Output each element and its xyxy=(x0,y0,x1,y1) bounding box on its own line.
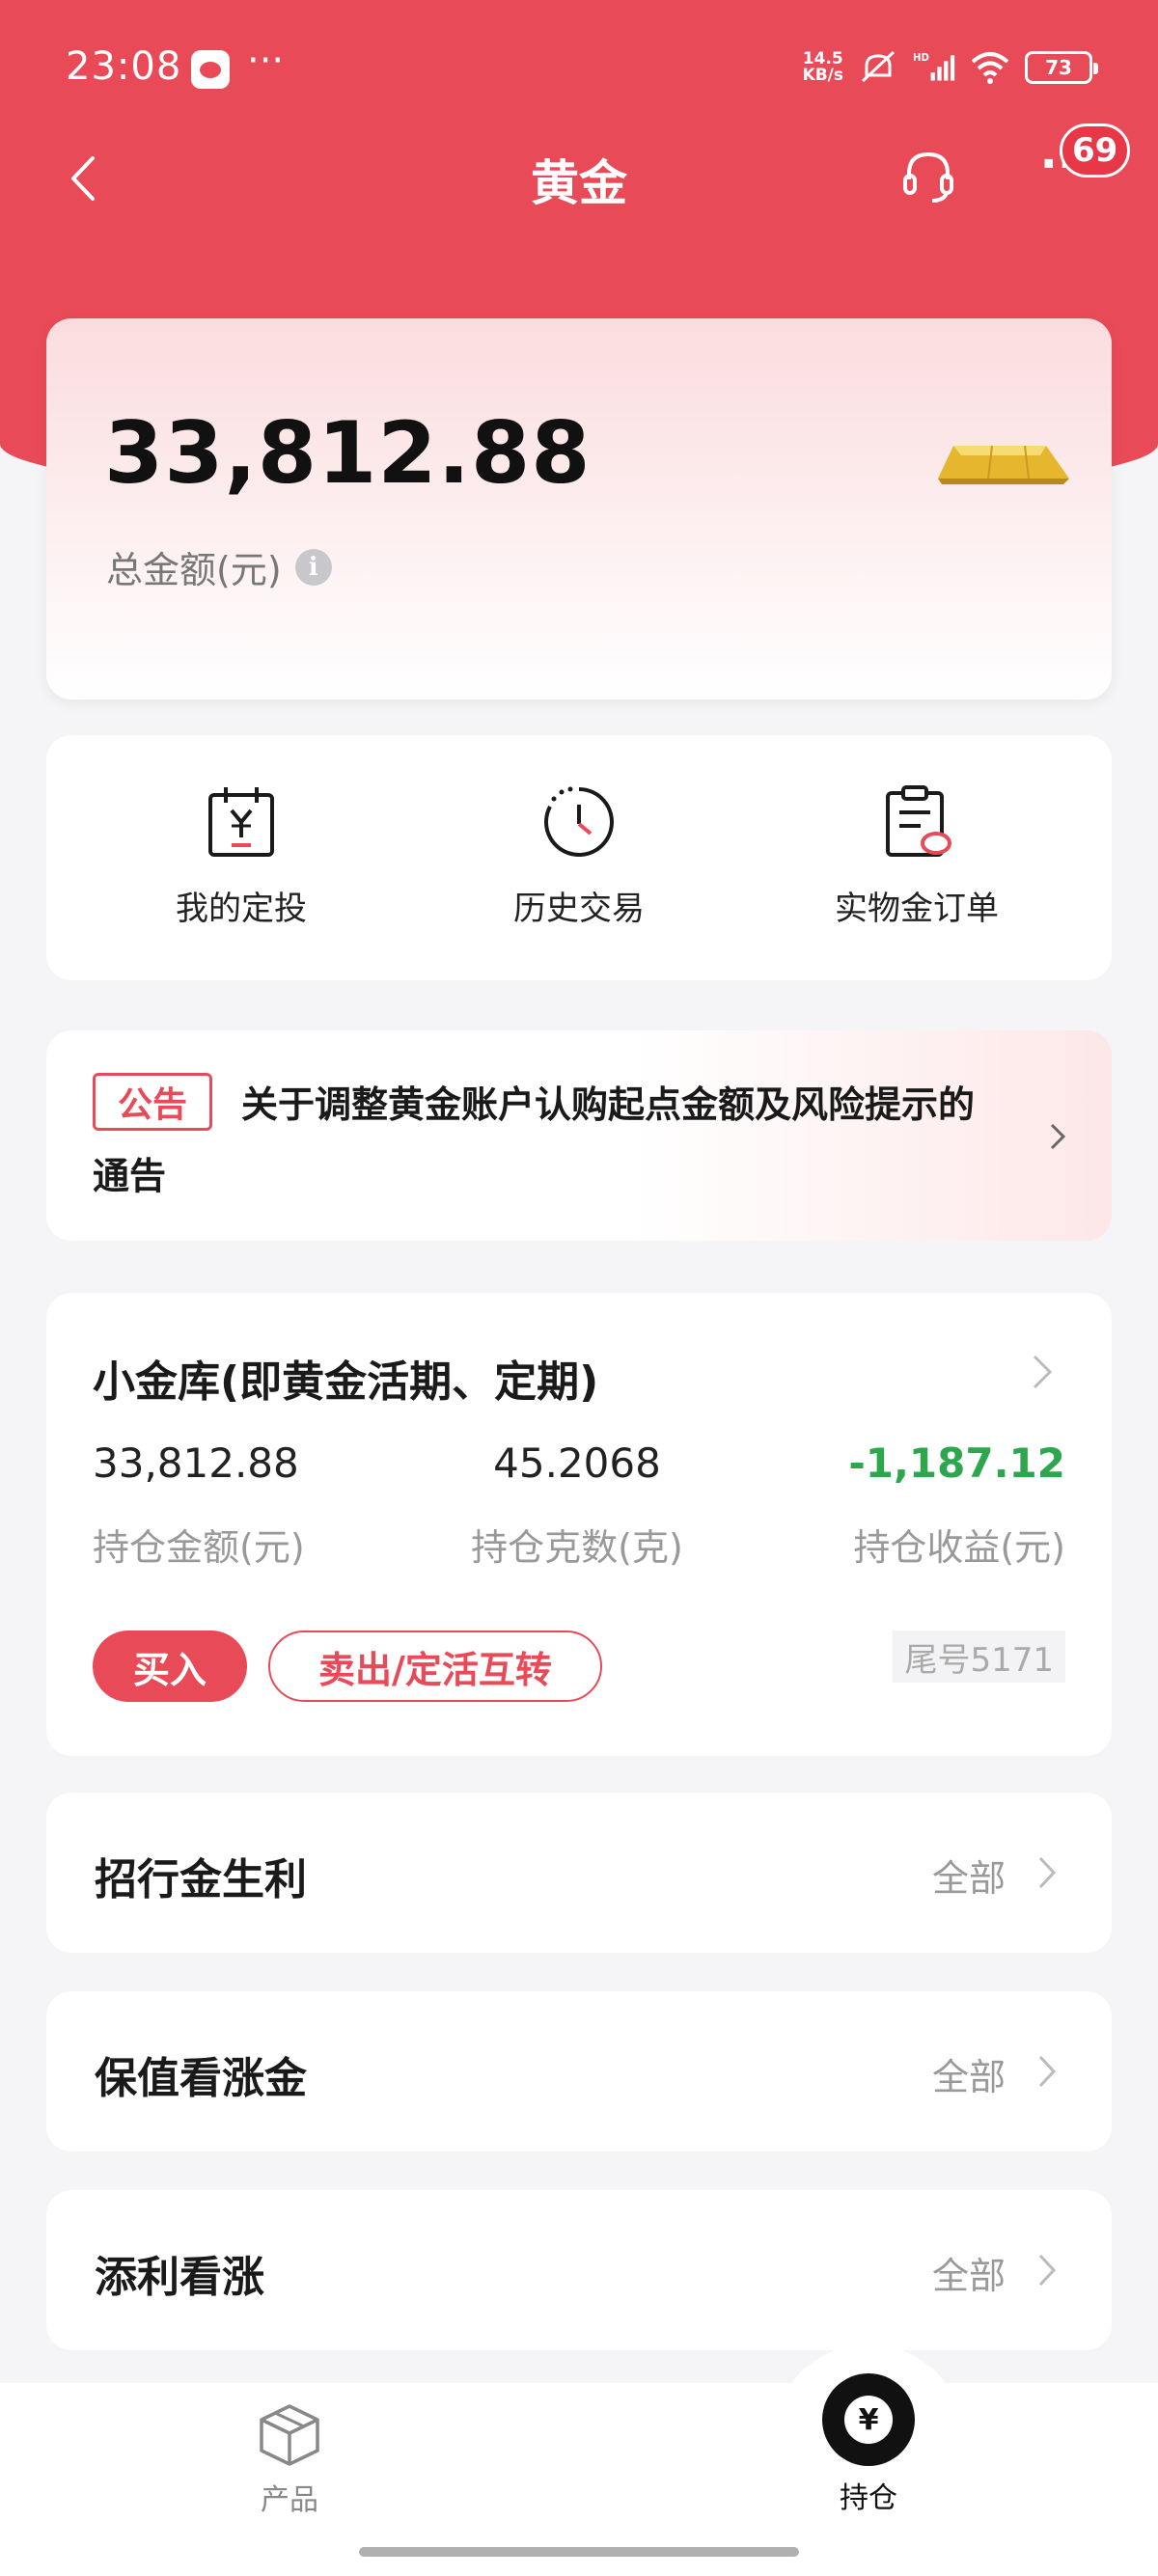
announcement-text: 关于调整黄金账户认购起点金额及风险提示的通告 xyxy=(93,1083,976,1197)
product-view-all[interactable]: 全部 xyxy=(932,2246,1006,2299)
signal-icon: HD xyxy=(913,53,955,81)
product-name: 招行金生利 xyxy=(95,1855,307,1905)
chevron-right-icon xyxy=(1038,2254,1057,2287)
total-amount: 33,812.88 xyxy=(104,403,592,503)
shortcut-label: 我的定投 xyxy=(176,890,307,928)
chevron-right-icon[interactable] xyxy=(1031,1351,1054,1393)
holding-profit-value: -1,187.12 xyxy=(848,1439,1065,1487)
announcement-tag: 公告 xyxy=(93,1073,212,1131)
tab-products-label: 产品 xyxy=(261,2483,318,2517)
network-speed-unit: KB/s xyxy=(802,66,843,85)
product-row[interactable]: 添利看涨 全部 xyxy=(46,2190,1112,2350)
status-dots: ··· xyxy=(247,39,285,83)
chevron-right-icon xyxy=(1038,2055,1057,2088)
holding-grams-value: 45.2068 xyxy=(493,1439,661,1487)
shortcut-panel: 我的定投 历史交易 实物金订单 xyxy=(46,735,1112,980)
shortcut-label: 历史交易 xyxy=(513,890,645,928)
announcement-banner[interactable]: 关于调整黄金账户认购起点金额及风险提示的通告 公告 xyxy=(46,1030,1112,1241)
product-view-all[interactable]: 全部 xyxy=(932,2047,1006,2100)
holding-profit: -1,187.12 持仓收益(元) xyxy=(848,1439,1065,1571)
shortcut-my-plan[interactable]: 我的定投 xyxy=(96,781,386,929)
product-row[interactable]: 招行金生利 全部 xyxy=(46,1793,1112,1953)
battery-icon: 73 xyxy=(1025,51,1098,84)
chevron-right-icon xyxy=(1038,1856,1057,1889)
top-nav: 黄金 ··· xyxy=(0,135,1158,222)
chevron-right-icon xyxy=(1050,1123,1066,1150)
product-row[interactable]: 保值看涨金 全部 xyxy=(46,1991,1112,2151)
balance-card: 33,812.88 总金额(元) i xyxy=(46,318,1112,699)
wifi-icon xyxy=(971,52,1009,84)
tab-holdings[interactable]: ¥ 持仓 xyxy=(772,2373,965,2516)
status-time: 23:08 xyxy=(66,44,182,89)
tab-products[interactable]: 产品 xyxy=(193,2400,386,2518)
network-speed: 14.5 KB/s xyxy=(803,51,843,84)
holding-profit-label: 持仓收益(元) xyxy=(853,1526,1065,1569)
gold-bar-icon xyxy=(938,445,1069,484)
mute-icon xyxy=(861,50,896,83)
status-bar: 23:08 ··· 14.5 KB/s HD 73 xyxy=(0,0,1158,135)
clipboard-order-icon xyxy=(886,785,951,857)
home-indicator[interactable] xyxy=(359,2547,799,2557)
customer-service-icon[interactable] xyxy=(897,145,959,206)
buy-button[interactable]: 买入 xyxy=(93,1631,247,1702)
holding-amount: 33,812.88 持仓金额(元) xyxy=(93,1439,305,1571)
vault-title[interactable]: 小金库(即黄金活期、定期) xyxy=(93,1347,598,1409)
holding-grams-label: 持仓克数(克) xyxy=(471,1526,683,1569)
holding-amount-label: 持仓金额(元) xyxy=(93,1526,305,1569)
shortcut-history[interactable]: 历史交易 xyxy=(434,781,724,929)
clock-history-icon xyxy=(544,786,614,857)
app-notification-icon xyxy=(191,50,230,89)
shortcut-label: 实物金订单 xyxy=(835,890,999,928)
holding-amount-value: 33,812.88 xyxy=(93,1439,299,1487)
gold-vault-card: 小金库(即黄金活期、定期) 33,812.88 持仓金额(元) 45.2068 … xyxy=(46,1293,1112,1756)
calendar-yuan-icon xyxy=(208,787,274,857)
product-name: 保值看涨金 xyxy=(95,2054,307,2103)
holding-grams: 45.2068 持仓克数(克) xyxy=(423,1439,731,1571)
yuan-coin-glyph: ¥ xyxy=(844,2396,893,2444)
shortcut-physical-order[interactable]: 实物金订单 xyxy=(772,781,1062,929)
battery-level: 73 xyxy=(1045,56,1072,79)
tab-holdings-label: 持仓 xyxy=(840,2481,897,2515)
total-amount-label-row: 总金额(元) i xyxy=(106,540,332,593)
total-amount-label: 总金额(元) xyxy=(106,549,282,591)
product-name: 添利看涨 xyxy=(95,2253,264,2302)
page-title: 黄金 xyxy=(531,155,627,211)
account-tail-number: 尾号5171 xyxy=(893,1631,1065,1683)
info-icon[interactable]: i xyxy=(294,548,332,586)
product-view-all[interactable]: 全部 xyxy=(932,1849,1006,1902)
box-icon xyxy=(260,2404,319,2466)
sell-transfer-button[interactable]: 卖出/定活互转 xyxy=(268,1631,602,1702)
status-indicators: 14.5 KB/s HD 73 xyxy=(803,48,1098,87)
yuan-coin-icon: ¥ xyxy=(822,2373,915,2466)
notification-badge: 69 xyxy=(1060,123,1131,178)
signal-hd-label: HD xyxy=(913,53,929,64)
